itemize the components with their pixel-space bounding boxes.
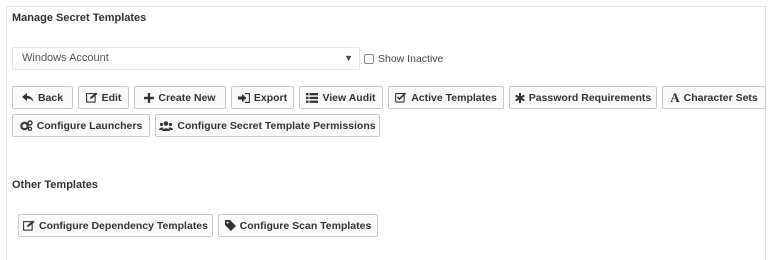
asterisk-icon — [514, 92, 525, 103]
create-new-label: Create New — [158, 91, 216, 104]
configure-scan-templates-button[interactable]: Configure Scan Templates — [218, 214, 378, 237]
configure-launchers-button[interactable]: Configure Launchers — [12, 114, 150, 137]
page-title: Manage Secret Templates — [12, 12, 147, 24]
configure-permissions-label: Configure Secret Template Permissions — [177, 119, 376, 132]
create-new-button[interactable]: Create New — [134, 86, 226, 109]
edit-icon — [23, 220, 35, 231]
back-label: Back — [37, 91, 64, 104]
view-audit-button[interactable]: View Audit — [299, 86, 383, 109]
users-icon — [159, 120, 174, 131]
active-templates-button[interactable]: Active Templates — [388, 86, 504, 109]
edit-label: Edit — [101, 91, 122, 104]
character-sets-button[interactable]: A Character Sets — [662, 86, 766, 109]
other-templates-title: Other Templates — [12, 179, 98, 191]
tag-icon — [224, 220, 236, 231]
list-icon — [306, 92, 319, 103]
back-button[interactable]: Back — [12, 86, 73, 109]
chevron-down-icon: ▼ — [344, 53, 353, 63]
show-inactive-label: Show Inactive — [378, 53, 444, 65]
template-select-value: Windows Account — [22, 52, 109, 64]
font-icon: A — [670, 89, 680, 105]
active-templates-label: Active Templates — [411, 91, 497, 104]
configure-dependency-templates-button[interactable]: Configure Dependency Templates — [18, 214, 213, 237]
edit-icon — [85, 92, 98, 103]
plus-icon — [144, 92, 155, 103]
view-audit-label: View Audit — [322, 91, 376, 104]
show-inactive-toggle[interactable]: Show Inactive — [364, 53, 443, 65]
password-requirements-button[interactable]: Password Requirements — [509, 86, 657, 109]
check-square-icon — [395, 92, 407, 103]
back-arrow-icon — [21, 92, 34, 103]
configure-permissions-button[interactable]: Configure Secret Template Permissions — [155, 114, 380, 137]
character-sets-label: Character Sets — [683, 91, 758, 104]
edit-button[interactable]: Edit — [78, 86, 129, 109]
configure-dependency-label: Configure Dependency Templates — [38, 219, 208, 232]
export-label: Export — [253, 91, 288, 104]
gears-icon — [19, 120, 33, 131]
show-inactive-checkbox[interactable] — [364, 54, 374, 64]
configure-scan-label: Configure Scan Templates — [239, 219, 372, 232]
password-requirements-label: Password Requirements — [528, 91, 652, 104]
configure-launchers-label: Configure Launchers — [36, 119, 143, 132]
export-button[interactable]: Export — [231, 86, 294, 109]
template-select[interactable]: Windows Account ▼ — [12, 47, 360, 70]
export-icon — [237, 92, 250, 103]
